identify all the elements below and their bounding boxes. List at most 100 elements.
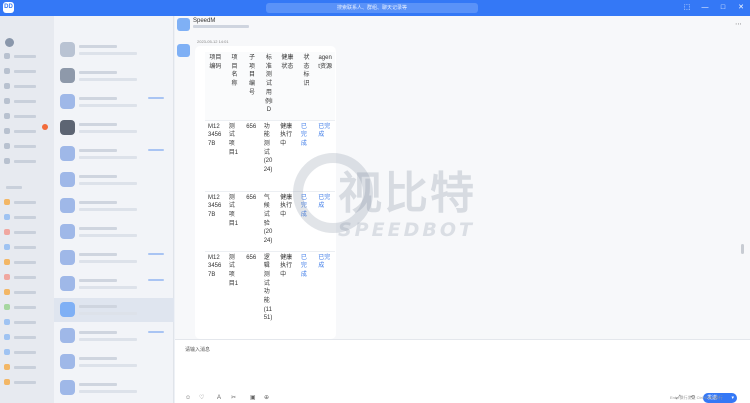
nav-item[interactable] (4, 273, 48, 281)
list-item[interactable] (54, 272, 174, 296)
list-item-time (148, 253, 164, 255)
screenshot-scissors-icon[interactable]: ✂ (231, 394, 236, 402)
list-item-preview (79, 364, 137, 367)
list-item[interactable] (54, 142, 174, 166)
nav-item[interactable] (4, 97, 48, 105)
avatar (60, 146, 75, 161)
table-link-cell[interactable]: 已完成 (297, 120, 316, 192)
list-item-active[interactable] (54, 298, 174, 322)
table-cell: 测试项目1 (225, 120, 244, 192)
list-item[interactable] (54, 168, 174, 192)
list-item[interactable] (54, 64, 174, 88)
table-link-cell[interactable]: 已完成 (297, 191, 316, 252)
file-icon[interactable]: ⊕ (264, 394, 269, 402)
table-cell: M1234567B (205, 120, 226, 192)
nav-icon (4, 304, 10, 310)
nav-item[interactable] (4, 228, 48, 236)
list-item[interactable] (54, 90, 174, 114)
table-cell: 健康执行中 (277, 251, 298, 339)
nav-item[interactable] (4, 198, 48, 206)
table-link-cell[interactable]: 已完成 (297, 251, 316, 339)
nav-icon (4, 98, 10, 104)
nav-item[interactable] (4, 258, 48, 266)
chat-scrollbar[interactable] (741, 244, 744, 254)
nav-icon (4, 319, 10, 325)
pin-window-icon[interactable]: ⬚ (682, 3, 692, 13)
nav-item[interactable] (4, 213, 48, 221)
user-avatar[interactable] (5, 38, 14, 47)
font-format-icon[interactable]: A (217, 394, 221, 402)
image-icon[interactable]: ▣ (250, 394, 256, 402)
nav-label (14, 159, 36, 163)
nav-label (14, 129, 36, 133)
nav-item[interactable] (4, 303, 48, 311)
table-cell: 健康执行中 (277, 191, 298, 252)
list-item[interactable] (54, 376, 174, 400)
list-item-title (79, 227, 117, 230)
avatar (60, 198, 75, 213)
title-bar: DD 搜索联系人、群组、聊天记录等 ⬚ — □ ✕ (0, 0, 750, 16)
nav-icon (4, 229, 10, 235)
nav-item[interactable] (4, 243, 48, 251)
list-item-preview (79, 104, 137, 107)
message-timestamp: 2023-05-12 14:01 (197, 39, 229, 44)
more-menu-icon[interactable]: ⋯ (735, 20, 742, 28)
list-item-title (79, 279, 117, 282)
list-item[interactable] (54, 246, 174, 270)
list-item-title (79, 383, 117, 386)
table-link-cell[interactable]: 已完成 (315, 120, 335, 192)
nav-item[interactable] (4, 82, 48, 90)
nav-item[interactable] (4, 288, 48, 296)
list-item[interactable] (54, 194, 174, 218)
list-item[interactable] (54, 324, 174, 348)
global-search-box[interactable]: 搜索联系人、群组、聊天记录等 (266, 3, 478, 13)
avatar (60, 380, 75, 395)
nav-item[interactable] (4, 112, 48, 120)
list-item-preview (79, 390, 137, 393)
list-item[interactable] (54, 220, 174, 244)
list-item[interactable] (54, 38, 174, 62)
maximize-button[interactable]: □ (718, 3, 728, 13)
nav-label (14, 54, 36, 58)
chat-panel: SpeedM ⋯ 2023-05-12 14:01 项目编码 项目名称 子项目编… (175, 16, 750, 403)
nav-label (14, 84, 36, 88)
close-button[interactable]: ✕ (736, 3, 746, 13)
message-table: 项目编码 项目名称 子项目编号 标准测试用例ID 健康状态 状态标识 agent… (205, 52, 335, 339)
nav-icon (4, 244, 10, 250)
chat-avatar[interactable] (177, 18, 190, 31)
message-input[interactable] (185, 344, 585, 356)
column-header: 标准测试用例ID (260, 52, 278, 121)
nav-item[interactable] (4, 157, 48, 165)
column-header: 项目名称 (225, 52, 244, 121)
avatar (60, 250, 75, 265)
nav-item[interactable] (4, 378, 48, 386)
sender-avatar[interactable] (177, 44, 190, 57)
list-item[interactable] (54, 116, 174, 140)
nav-item[interactable] (4, 348, 48, 356)
send-options-chevron-icon[interactable]: ▾ (731, 393, 734, 403)
nav-item[interactable] (4, 318, 48, 326)
nav-item[interactable] (4, 142, 48, 150)
nav-section-header (6, 186, 22, 189)
table-header-row: 项目编码 项目名称 子项目编号 标准测试用例ID 健康状态 状态标识 agent… (205, 52, 335, 121)
list-item[interactable] (54, 350, 174, 374)
list-item-title (79, 305, 117, 308)
minimize-button[interactable]: — (700, 3, 710, 13)
nav-item[interactable] (4, 52, 48, 60)
table-cell: 逻辑测试功能(1151) (260, 251, 278, 339)
nav-label (14, 99, 36, 103)
list-item-time (148, 97, 164, 99)
nav-item[interactable] (4, 333, 48, 341)
table-cell: 测试项目1 (225, 191, 244, 252)
unread-badge (42, 124, 48, 130)
table-link-cell[interactable]: 已完成 (315, 251, 335, 339)
like-icon[interactable]: ♡ (199, 394, 204, 402)
table-link-cell[interactable]: 已完成 (315, 191, 335, 252)
list-item-preview (79, 234, 137, 237)
nav-icon (4, 364, 10, 370)
nav-item[interactable] (4, 67, 48, 75)
nav-icon (4, 349, 10, 355)
nav-item[interactable] (4, 363, 48, 371)
emoji-icon[interactable]: ☺ (185, 394, 191, 402)
nav-icon (4, 259, 10, 265)
